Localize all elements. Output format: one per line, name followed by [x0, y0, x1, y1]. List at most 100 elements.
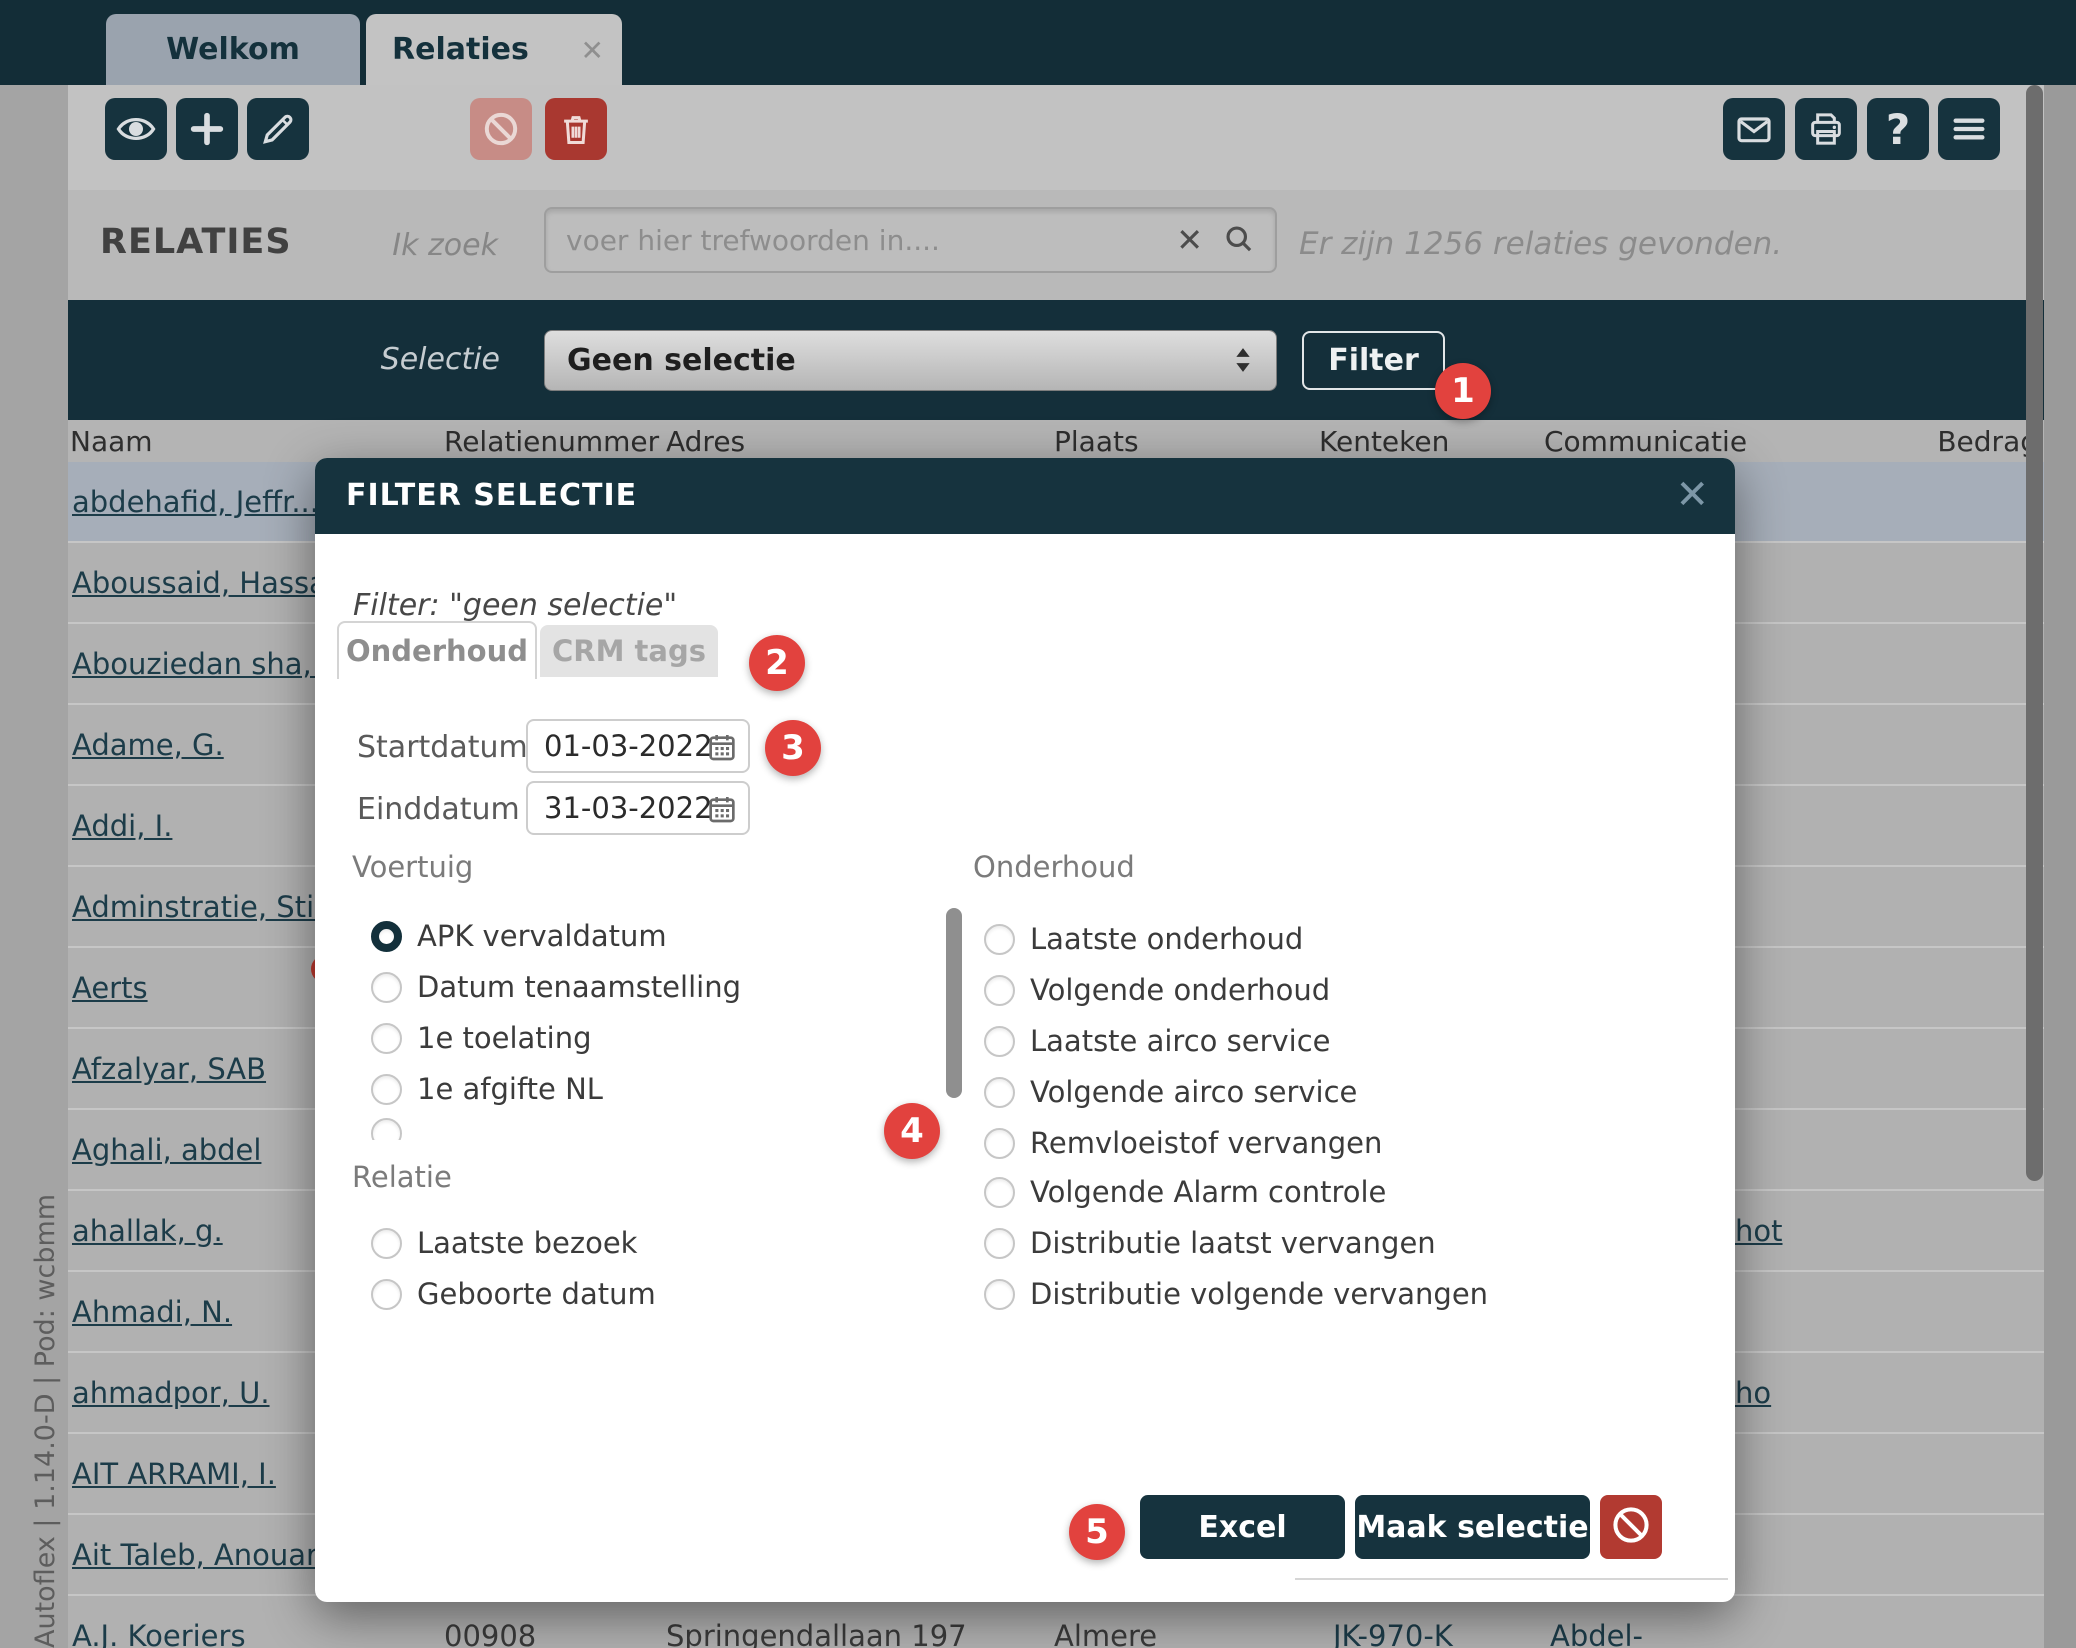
filter-selectie-modal: FILTER SELECTIE ✕ Filter: "geen selectie…: [315, 458, 1735, 1602]
view-button[interactable]: [105, 98, 167, 160]
search-box: ✕: [544, 207, 1277, 273]
edit-button[interactable]: [247, 98, 309, 160]
search-icon[interactable]: [1221, 221, 1257, 261]
help-button[interactable]: ?: [1867, 98, 1929, 160]
relation-link[interactable]: Addi, I.: [72, 809, 172, 843]
startdatum-input[interactable]: 01-03-2022: [526, 719, 750, 773]
table-header: Naam Relatienummer Adres Plaats Kenteken…: [0, 420, 2076, 462]
cell-relatienummer: 00908: [444, 1619, 536, 1648]
radio-icon: [984, 1228, 1015, 1259]
annotation-badge-1: 1: [1435, 363, 1491, 419]
radio-option-laatste-bezoek[interactable]: Laatste bezoek: [371, 1221, 637, 1265]
question-icon: ?: [1886, 105, 1910, 154]
modal-tab-onderhoud[interactable]: Onderhoud: [337, 621, 537, 679]
modal-tab-crm-tags[interactable]: CRM tags: [540, 625, 718, 677]
modal-scrollbar-thumb[interactable]: [946, 908, 962, 1098]
radio-option-1e-toelating[interactable]: 1e toelating: [371, 1016, 592, 1060]
kenteken-link[interactable]: JK-970-K: [1333, 1619, 1453, 1648]
relation-link[interactable]: Adame, G.: [72, 728, 224, 762]
dropdown-arrows-icon: [1224, 341, 1262, 387]
radio-option-apk-vervaldatum[interactable]: APK vervaldatum: [371, 914, 667, 958]
mail-button[interactable]: [1723, 98, 1785, 160]
startdatum-label: Startdatum: [357, 730, 528, 765]
relation-link[interactable]: Abouziedan sha, Isl: [72, 647, 353, 681]
excel-button[interactable]: Excel: [1140, 1495, 1345, 1559]
communication-link[interactable]: hot: [1735, 1214, 1783, 1248]
column-header-relatienummer[interactable]: Relatienummer: [444, 425, 659, 458]
radio-option-clipped[interactable]: [371, 1115, 402, 1140]
relation-link[interactable]: Aboussaid, Hassan: [72, 566, 345, 600]
radio-icon: [984, 975, 1015, 1006]
radio-option-datum-tenaamstelling[interactable]: Datum tenaamstelling: [371, 965, 741, 1009]
radio-option-volgende-airco-service[interactable]: Volgende airco service: [984, 1070, 1357, 1114]
relation-link[interactable]: A.J. Koeriers: [72, 1619, 246, 1648]
cancel-selection-button[interactable]: [1600, 1495, 1662, 1559]
radio-option-volgende-alarm-controle[interactable]: Volgende Alarm controle: [984, 1170, 1386, 1214]
selection-dropdown-value: Geen selectie: [567, 343, 796, 378]
column-header-kenteken[interactable]: Kenteken: [1319, 425, 1449, 458]
maak-selectie-button[interactable]: Maak selectie: [1355, 1495, 1590, 1559]
delete-button[interactable]: [545, 98, 607, 160]
filter-button[interactable]: Filter: [1302, 331, 1445, 390]
section-title-relatie: Relatie: [352, 1160, 452, 1194]
relation-link[interactable]: Aerts: [72, 971, 148, 1005]
radio-option-1e-afgifte-nl[interactable]: 1e afgifte NL: [371, 1067, 603, 1111]
envelope-icon: [1734, 109, 1774, 149]
annotation-badge-3: 3: [765, 720, 821, 776]
radio-option-laatste-airco-service[interactable]: Laatste airco service: [984, 1019, 1331, 1063]
page-scrollbar-thumb[interactable]: [2026, 85, 2043, 1181]
radio-icon: [371, 1023, 402, 1054]
radio-option-geboorte-datum[interactable]: Geboorte datum: [371, 1272, 656, 1316]
tab-close-icon[interactable]: ✕: [581, 34, 604, 67]
radio-option-distributie-volgende-vervangen[interactable]: Distributie volgende vervangen: [984, 1272, 1488, 1316]
column-header-adres[interactable]: Adres: [666, 425, 745, 458]
column-header-plaats[interactable]: Plaats: [1054, 425, 1139, 458]
communication-link[interactable]: ho: [1735, 1376, 1771, 1410]
toolbar: ?: [0, 85, 2076, 190]
print-button[interactable]: [1795, 98, 1857, 160]
calendar-icon[interactable]: [706, 793, 738, 832]
search-input[interactable]: [564, 213, 1128, 267]
add-button[interactable]: [176, 98, 238, 160]
communication-link[interactable]: Abdel-: [1550, 1619, 1643, 1648]
einddatum-value: 31-03-2022: [544, 791, 713, 825]
section-title-voertuig: Voertuig: [352, 850, 473, 884]
tab-welkom-label: Welkom: [166, 32, 300, 67]
radio-icon: [371, 1279, 402, 1310]
column-header-naam[interactable]: Naam: [70, 425, 153, 458]
einddatum-input[interactable]: 31-03-2022: [526, 781, 750, 835]
relation-link[interactable]: Aghali, abdel: [72, 1133, 261, 1167]
column-header-communicatie[interactable]: Communicatie: [1544, 425, 1747, 458]
menu-button[interactable]: [1938, 98, 2000, 160]
radio-icon: [984, 1177, 1015, 1208]
relation-link[interactable]: ahallak, g.: [72, 1214, 223, 1248]
radio-option-remvloeistof-vervangen[interactable]: Remvloeistof vervangen: [984, 1121, 1382, 1165]
block-button-disabled[interactable]: [470, 98, 532, 160]
pencil-icon: [259, 110, 297, 148]
relation-link[interactable]: abdehafid, Jeffr...: [72, 485, 319, 519]
hamburger-icon: [1949, 109, 1989, 149]
relation-link[interactable]: ahmadpor, U.: [72, 1376, 270, 1410]
tab-relaties[interactable]: Relaties ✕: [366, 14, 622, 85]
relation-link[interactable]: Adminstratie, Stich: [72, 890, 348, 924]
calendar-icon[interactable]: [706, 731, 738, 770]
relation-link[interactable]: Ahmadi, N.: [72, 1295, 232, 1329]
page-scrollbar-track: [2044, 85, 2076, 1648]
block-icon: [481, 109, 521, 149]
radio-icon: [984, 1128, 1015, 1159]
relation-link[interactable]: Afzalyar, SAB: [72, 1052, 266, 1086]
table-row[interactable]: A.J. Koeriers 00908 Springendallaan 197 …: [68, 1596, 2048, 1648]
radio-option-laatste-onderhoud[interactable]: Laatste onderhoud: [984, 917, 1303, 961]
relation-link[interactable]: Ait Taleb, Anouar: [72, 1538, 318, 1572]
eye-icon: [116, 109, 156, 149]
tab-welkom[interactable]: Welkom: [106, 14, 360, 85]
selection-dropdown[interactable]: Geen selectie: [544, 330, 1277, 391]
radio-icon: [371, 1228, 402, 1259]
column-header-bedrag[interactable]: Bedrag: [1880, 425, 2038, 458]
annotation-badge-2: 2: [749, 635, 805, 691]
clear-search-icon[interactable]: ✕: [1176, 221, 1203, 259]
radio-option-volgende-onderhoud[interactable]: Volgende onderhoud: [984, 968, 1330, 1012]
modal-close-icon[interactable]: ✕: [1675, 472, 1709, 518]
relation-link[interactable]: AIT ARRAMI, I.: [72, 1457, 276, 1491]
radio-option-distributie-laatst-vervangen[interactable]: Distributie laatst vervangen: [984, 1221, 1436, 1265]
